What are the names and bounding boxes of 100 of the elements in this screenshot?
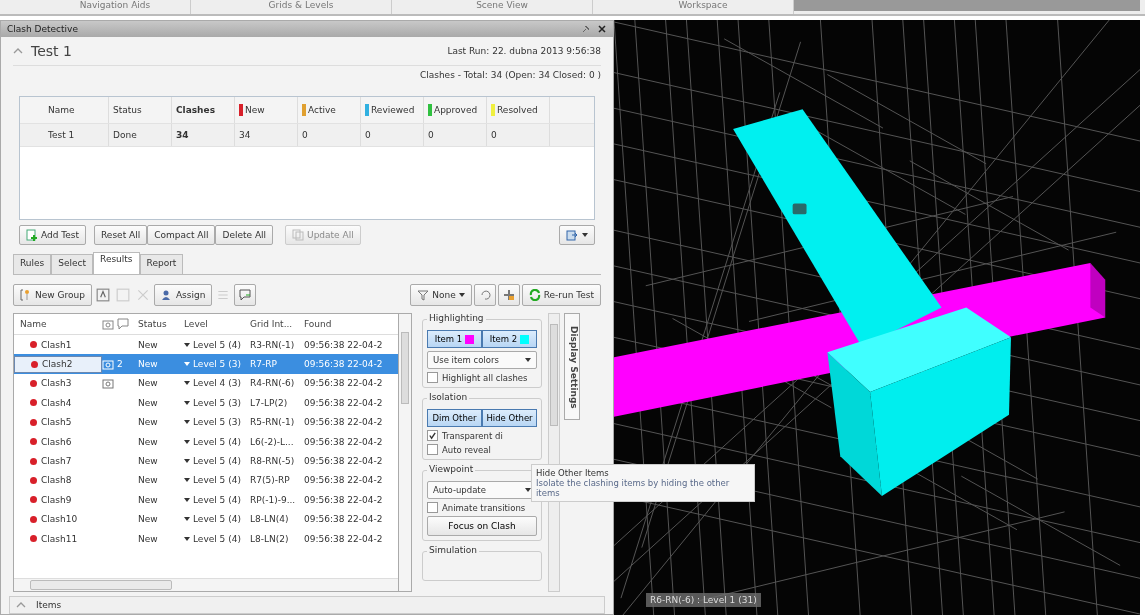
status-dot-icon — [30, 418, 37, 426]
result-row[interactable]: Clash11 New Level 5 (4) L8-LN(2) 09:56:38 22-04-2 — [14, 528, 398, 549]
dropdown-icon[interactable] — [184, 497, 190, 502]
checkbox-label: Transparent di — [442, 430, 503, 441]
tab[interactable]: Results — [93, 252, 140, 274]
column-header[interactable]: Reviewed — [361, 97, 424, 123]
dropdown-icon[interactable] — [184, 536, 190, 541]
found-time: 09:56:38 22-04-2 — [304, 456, 384, 467]
tab[interactable]: Report — [139, 254, 184, 274]
assign-button[interactable]: Assign — [153, 284, 213, 306]
dropdown-icon[interactable] — [184, 459, 190, 464]
result-row[interactable]: Clash1 New Level 5 (4) R3-RN(-1) 09:56:38 22-04-2 — [14, 335, 398, 355]
checkbox[interactable] — [427, 372, 438, 383]
table-cell: 34 — [235, 124, 298, 146]
add-icon — [26, 229, 38, 241]
close-icon[interactable] — [597, 24, 607, 34]
focus-button[interactable]: Focus on Clash — [427, 516, 537, 536]
dropdown-icon[interactable] — [184, 381, 190, 386]
isolation-button[interactable]: Dim Other — [427, 409, 482, 427]
ribbon-tab[interactable]: Grids & Levels — [211, 0, 392, 14]
group-title: Highlighting — [427, 313, 486, 323]
test-button[interactable]: Reset All — [94, 225, 148, 245]
dropdown-icon[interactable] — [184, 439, 190, 444]
checkbox[interactable] — [427, 430, 438, 441]
tooltip-title: Hide Other Items — [536, 468, 610, 478]
checkbox[interactable] — [427, 444, 438, 455]
ribbon-tab[interactable]: Scene View — [412, 0, 593, 14]
grid-text: L7-LP(2) — [250, 397, 289, 408]
tab[interactable]: Rules — [13, 254, 52, 274]
result-row[interactable]: Clash4 New Level 5 (3) L7-LP(2) 09:56:38 22-04-2 — [14, 393, 398, 413]
result-row[interactable]: Clash10 New Level 5 (4) L8-LN(4) 09:56:38 22-04-2 — [14, 509, 398, 529]
column-header[interactable]: Level — [184, 319, 250, 329]
grid-text: R5-RN(-1) — [250, 417, 296, 428]
isolation-button[interactable]: Hide Other — [482, 409, 537, 427]
column-header[interactable]: Name — [44, 97, 109, 123]
tab[interactable]: Select — [51, 254, 94, 274]
column-header[interactable]: New — [235, 97, 298, 123]
column-header[interactable]: Resolved — [487, 97, 550, 123]
test-button[interactable]: Compact All — [147, 225, 216, 245]
comment-button[interactable] — [234, 284, 257, 306]
status-text: New — [138, 436, 159, 447]
test-button[interactable]: Delete All — [215, 225, 274, 245]
status-dot-icon — [30, 515, 37, 523]
status-dot-icon — [31, 360, 38, 368]
item-color-button[interactable]: Item 1 — [427, 330, 482, 348]
result-row[interactable]: Clash8 New Level 5 (4) R7(5)-RP 09:56:38 22-04-2 — [14, 470, 398, 491]
column-header[interactable]: Name — [14, 319, 102, 329]
dropdown-icon[interactable] — [184, 517, 190, 522]
level-text: Level 5 (4) — [193, 533, 241, 544]
collapse-icon[interactable] — [13, 48, 23, 54]
column-header[interactable]: Status — [109, 97, 172, 123]
pin-icon[interactable] — [581, 24, 591, 34]
column-header[interactable]: Clashes — [172, 97, 235, 123]
checkbox-label: Highlight all clashes — [442, 372, 528, 383]
reset-button[interactable] — [473, 284, 496, 306]
clash-summary: Clashes - Total: 34 (Open: 34 Closed: 0 ) — [418, 70, 601, 80]
transform-button[interactable] — [497, 284, 520, 306]
dropdown-icon[interactable] — [184, 478, 190, 483]
dropdown-icon[interactable] — [184, 342, 190, 347]
column-header[interactable]: Found — [304, 319, 386, 329]
item-color-button[interactable]: Item 2 — [482, 330, 537, 348]
filter-dropdown[interactable]: None — [410, 284, 472, 306]
ribbon-tab[interactable]: Navigation Aids — [40, 0, 191, 14]
clash-name: Clash11 — [41, 533, 78, 544]
result-row[interactable]: Clash2 2 New Level 5 (3) R7-RP 09:56:38 22-04-2 — [14, 354, 398, 374]
copy-icon — [292, 229, 305, 241]
status-text: New — [138, 397, 159, 408]
side-tab[interactable]: Display Settings — [564, 313, 580, 420]
checkbox[interactable] — [427, 502, 438, 513]
result-row[interactable]: Clash3 New Level 4 (3) R4-RN(-6) 09:56:38 22-04-2 — [14, 373, 398, 394]
result-row[interactable]: Clash5 New Level 5 (3) R5-RN(-1) 09:56:38 22-04-2 — [14, 412, 398, 432]
highlight-mode-dropdown[interactable]: Use item colors — [427, 351, 537, 369]
caret-icon — [458, 293, 465, 297]
dropdown-icon[interactable] — [184, 420, 190, 425]
last-run-text: Last Run: 22. dubna 2013 9:56:38 — [447, 46, 601, 56]
items-bar[interactable]: Items — [9, 596, 605, 614]
horizontal-scrollbar[interactable] — [14, 578, 398, 591]
dropdown-icon[interactable] — [184, 400, 190, 405]
result-row[interactable]: Clash7 New Level 5 (4) R8-RN(-5) 09:56:38 22-04-2 — [14, 451, 398, 471]
status-dot-icon — [30, 341, 37, 349]
status-text: New — [138, 417, 159, 428]
vertical-scrollbar[interactable] — [399, 313, 412, 592]
column-header[interactable]: Approved — [424, 97, 487, 123]
column-header[interactable]: Grid Int... — [250, 319, 304, 329]
found-time: 09:56:38 22-04-2 — [304, 494, 384, 505]
grid-text: R7-RP — [250, 359, 278, 370]
column-header[interactable]: Status — [138, 319, 184, 329]
level-text: Level 5 (4) — [193, 475, 241, 486]
result-row[interactable]: Clash9 New Level 5 (4) RP(-1)-9... 09:56:38 22-04-2 — [14, 490, 398, 510]
result-row[interactable]: Clash6 New Level 5 (4) L6(-2)-L... 09:56:38 22-04-2 — [14, 431, 398, 452]
table-cell: Test 1 — [44, 124, 109, 146]
level-text: Level 4 (3) — [193, 378, 241, 389]
found-time: 09:56:38 22-04-2 — [304, 533, 384, 544]
clash-name: Clash2 — [42, 359, 73, 370]
group-title: Viewpoint — [427, 464, 476, 474]
export-button[interactable] — [559, 225, 595, 245]
new-group-button[interactable]: New Group — [13, 284, 92, 306]
test-button[interactable]: Add Test — [19, 225, 86, 245]
column-header[interactable]: Active — [298, 97, 361, 123]
rerun-button[interactable]: Re-run Test — [521, 284, 601, 306]
